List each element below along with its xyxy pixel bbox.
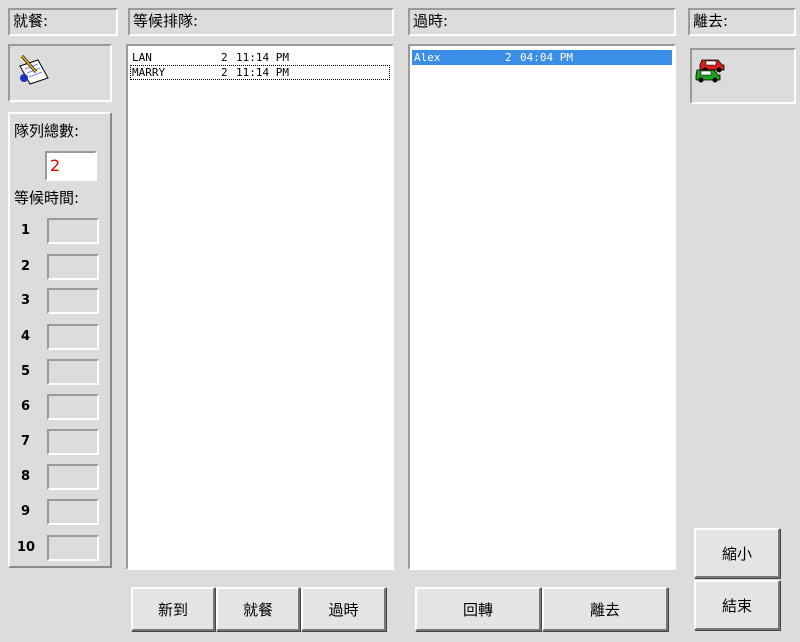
- wait-slot-field[interactable]: [47, 218, 99, 244]
- writing-pad-icon: [19, 55, 49, 85]
- wait-slot-number: 7: [21, 434, 31, 449]
- queue-item-name: MARRY: [132, 66, 166, 79]
- stats-panel: 隊列總數: 2 等候時間: 1 2 3 4 5 6 7 8 9 10: [8, 112, 112, 568]
- wait-slot-number: 5: [21, 364, 31, 379]
- return-button[interactable]: 回轉: [415, 587, 541, 631]
- wait-slot-number: 3: [21, 293, 31, 308]
- overdue-list[interactable]: Alex 2 04:04 PM: [408, 44, 676, 570]
- queue-item-count: 2: [221, 51, 228, 64]
- wait-slot-field[interactable]: [47, 394, 99, 420]
- overdue-item-name: Alex: [414, 51, 441, 64]
- queue-total-field[interactable]: 2: [45, 151, 97, 181]
- end-button[interactable]: 結束: [694, 580, 780, 630]
- wait-slot-number: 2: [21, 259, 31, 274]
- queue-item-count: 2: [221, 66, 228, 79]
- overdue-item-count: 2: [505, 51, 512, 64]
- leave-header: 離去:: [688, 8, 796, 36]
- queue-item-time: 11:14 PM: [236, 66, 289, 79]
- wait-slot-field[interactable]: [47, 254, 99, 280]
- wait-slot-number: 9: [21, 504, 31, 519]
- overdue-item-time: 04:04 PM: [520, 51, 573, 64]
- queue-item-name: LAN: [132, 51, 152, 64]
- overdue-header: 過時:: [408, 8, 676, 36]
- new-arrival-button[interactable]: 新到: [131, 587, 215, 631]
- wait-slot-field[interactable]: [47, 429, 99, 455]
- wait-slot-number: 8: [21, 469, 31, 484]
- leave-icon-box[interactable]: [690, 48, 796, 104]
- dine-button[interactable]: 就餐: [216, 587, 300, 631]
- minimize-button[interactable]: 縮小: [694, 528, 780, 578]
- expire-button[interactable]: 過時: [301, 587, 386, 631]
- wait-slot-number: 1: [21, 223, 31, 238]
- wait-slot-number: 10: [17, 540, 36, 555]
- wait-slot-field[interactable]: [47, 464, 99, 490]
- dining-header: 就餐:: [8, 8, 118, 36]
- wait-slot-field[interactable]: [47, 499, 99, 525]
- wait-slot-field[interactable]: [47, 324, 99, 350]
- queue-list[interactable]: LAN 2 11:14 PM MARRY 2 11:14 PM: [126, 44, 394, 570]
- queue-list-item[interactable]: MARRY 2 11:14 PM: [130, 65, 390, 80]
- queue-total-label: 隊列總數:: [14, 122, 80, 140]
- queue-list-item[interactable]: LAN 2 11:14 PM: [130, 50, 390, 65]
- wait-time-label: 等候時間:: [14, 189, 80, 207]
- wait-slot-field[interactable]: [47, 535, 99, 561]
- cars-icon: [695, 59, 725, 83]
- wait-slot-field[interactable]: [47, 359, 99, 385]
- overdue-list-item[interactable]: Alex 2 04:04 PM: [412, 50, 672, 65]
- wait-slot-field[interactable]: [47, 288, 99, 314]
- wait-slot-number: 4: [21, 329, 31, 344]
- queue-header: 等候排隊:: [128, 8, 394, 36]
- leave-button[interactable]: 離去: [542, 587, 668, 631]
- queue-item-time: 11:14 PM: [236, 51, 289, 64]
- wait-slot-number: 6: [21, 399, 31, 414]
- dining-icon-box[interactable]: [8, 44, 112, 102]
